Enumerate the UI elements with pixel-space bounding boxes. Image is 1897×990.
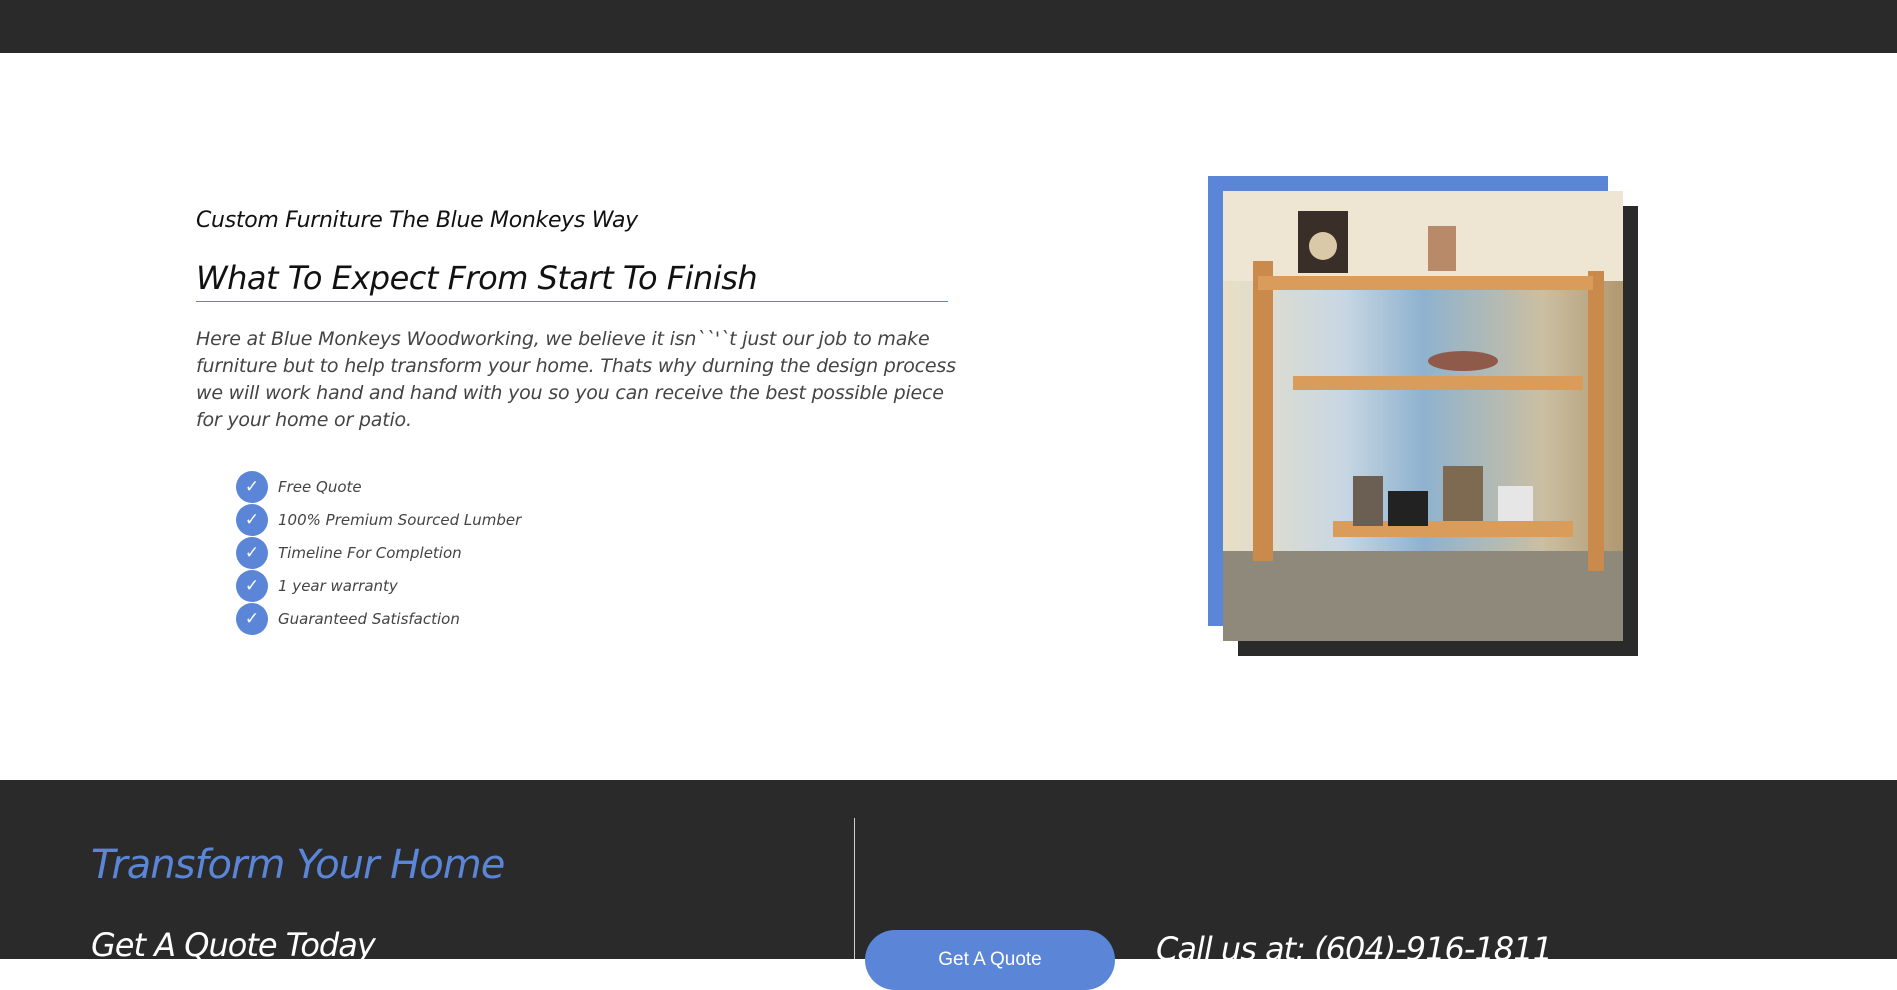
check-icon: ✓ [236,536,268,569]
top-nav-bar [0,0,1897,53]
feature-label: Timeline For Completion [278,543,462,562]
furniture-photo [1223,191,1623,641]
feature-item: ✓ Free Quote [236,470,521,503]
feature-item: ✓ Timeline For Completion [236,536,521,569]
get-quote-button[interactable]: Get A Quote [865,930,1115,990]
feature-list: ✓ Free Quote ✓ 100% Premium Sourced Lumb… [236,470,521,635]
feature-item: ✓ 1 year warranty [236,569,521,602]
check-icon: ✓ [236,470,268,503]
phone-text: Call us at: (604)-916-1811 [1156,930,1553,968]
footer-divider [854,818,855,959]
footer-title: Transform Your Home [91,842,505,888]
check-icon: ✓ [236,503,268,536]
feature-label: 1 year warranty [278,576,398,595]
section-heading: What To Expect From Start To Finish [196,259,948,302]
check-icon: ✓ [236,569,268,602]
feature-item: ✓ 100% Premium Sourced Lumber [236,503,521,536]
feature-item: ✓ Guaranteed Satisfaction [236,602,521,635]
intro-paragraph: Here at Blue Monkeys Woodworking, we bel… [196,328,956,431]
section-eyebrow: Custom Furniture The Blue Monkeys Way [196,208,638,233]
shelf-illustration [1223,191,1623,641]
feature-label: 100% Premium Sourced Lumber [278,510,522,529]
check-icon: ✓ [236,602,268,635]
feature-label: Guaranteed Satisfaction [278,609,460,628]
feature-label: Free Quote [278,477,362,496]
footer: Transform Your Home Get A Quote Today Ge… [0,780,1897,990]
footer-subtitle: Get A Quote Today [91,926,376,964]
